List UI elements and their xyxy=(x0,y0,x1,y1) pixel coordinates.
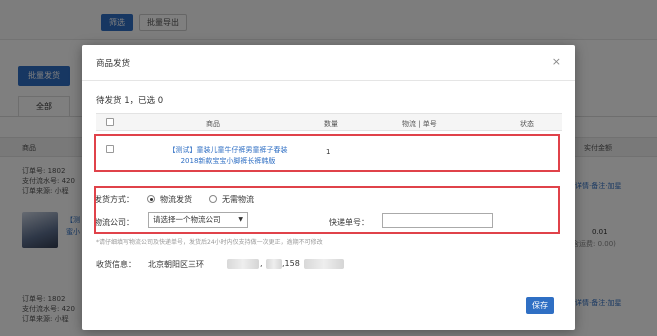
modal-header: 商品发货 × xyxy=(82,45,575,81)
recv-label: 收货信息： xyxy=(96,260,136,269)
modal-title: 商品发货 xyxy=(96,59,131,69)
recv-separator: , xyxy=(260,259,263,268)
col-logistics: 物流 | 单号 xyxy=(402,120,437,128)
save-button[interactable]: 保存 xyxy=(526,297,554,314)
shipping-hint: *请仔细填写物流公司及快递单号，发货后24小时内仅支持做一次更正，逾期不可修改 xyxy=(96,239,323,246)
goods-table-header: 商品 数量 物流 | 单号 状态 xyxy=(96,113,562,131)
redacted-block xyxy=(304,259,344,269)
pending-count: 待发货 1，已选 0 xyxy=(96,96,164,106)
redacted-block xyxy=(266,259,282,269)
col-status: 状态 xyxy=(520,120,534,128)
col-qty: 数量 xyxy=(324,120,338,128)
highlight-box-goods xyxy=(94,134,560,172)
col-goods: 商品 xyxy=(206,120,220,128)
recv-address: 北京朝阳区三环 xyxy=(148,260,204,269)
select-all-checkbox[interactable] xyxy=(106,118,114,126)
redacted-block xyxy=(227,259,259,269)
close-icon[interactable]: × xyxy=(552,55,561,68)
highlight-box-shipping xyxy=(94,186,560,234)
recv-phone-prefix: ,158 xyxy=(282,259,300,268)
ship-goods-modal: 商品发货 × 待发货 1，已选 0 商品 数量 物流 | 单号 状态 【测试】童… xyxy=(82,45,575,330)
